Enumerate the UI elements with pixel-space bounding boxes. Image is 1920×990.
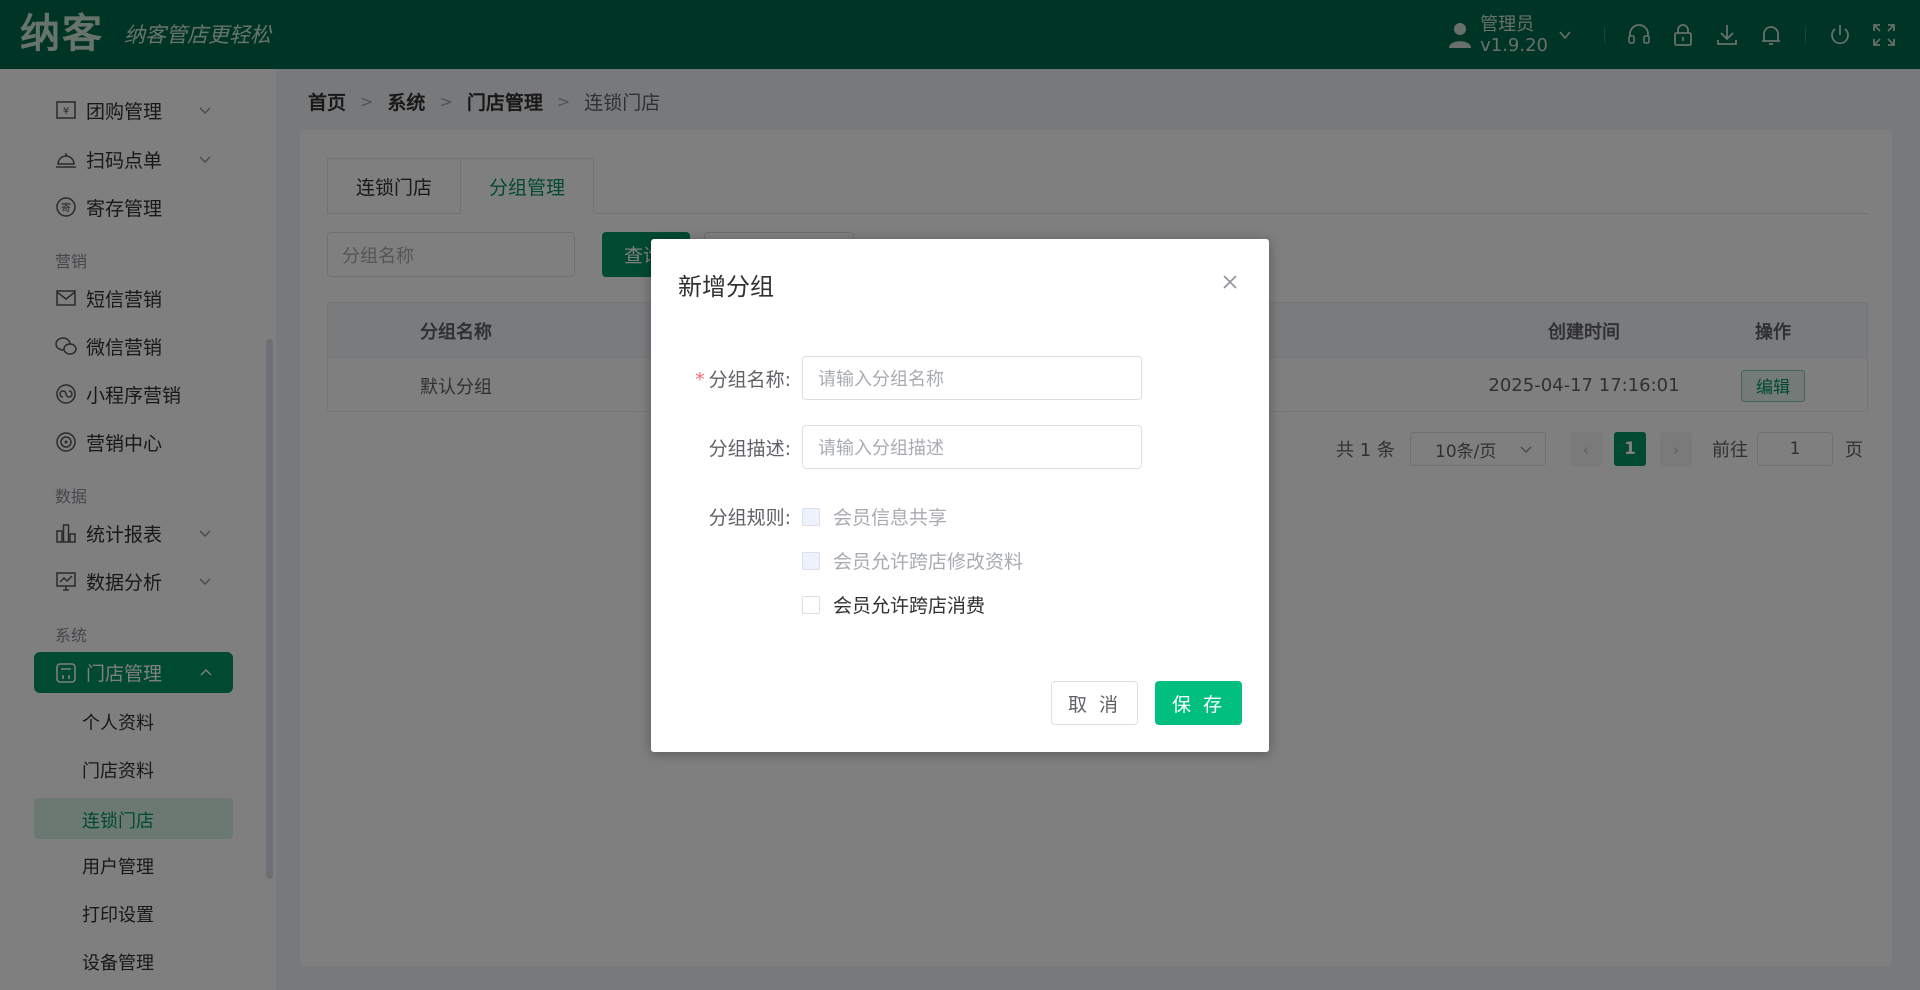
cancel-button[interactable]: 取 消 xyxy=(1051,681,1138,725)
checkbox[interactable] xyxy=(802,507,820,526)
rule-label: 会员允许跨店消费 xyxy=(833,595,986,617)
checkbox[interactable] xyxy=(802,551,820,570)
group-name-label: * 分组名称: xyxy=(695,369,791,391)
add-group-dialog: 新增分组 * 分组名称: 请输入分组名称 分组描述: 请输入分组描述 分组规则: … xyxy=(651,239,1269,752)
close-icon[interactable] xyxy=(1221,273,1239,291)
required-mark: * xyxy=(695,369,705,391)
rule-share-member-info[interactable]: 会员信息共享 xyxy=(802,503,947,530)
group-desc-label: 分组描述: xyxy=(708,438,791,460)
dialog-title: 新增分组 xyxy=(678,273,774,301)
rule-label: 会员信息共享 xyxy=(833,507,948,529)
rule-cross-store-edit[interactable]: 会员允许跨店修改资料 xyxy=(802,547,1023,574)
group-desc-input[interactable]: 请输入分组描述 xyxy=(802,425,1142,469)
rule-cross-store-consume[interactable]: 会员允许跨店消费 xyxy=(802,591,985,618)
rule-label: 会员允许跨店修改资料 xyxy=(833,551,1024,573)
group-rules-label: 分组规则: xyxy=(708,507,791,529)
checkbox[interactable] xyxy=(802,595,820,614)
group-name-input[interactable]: 请输入分组名称 xyxy=(802,356,1142,400)
save-button[interactable]: 保 存 xyxy=(1155,681,1242,725)
